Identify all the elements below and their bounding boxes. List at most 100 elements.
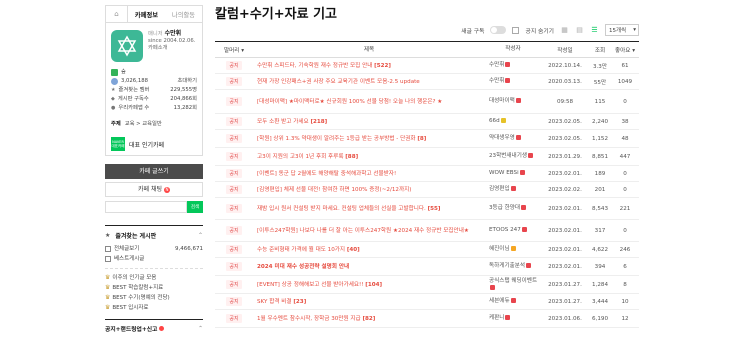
chevron-up-icon[interactable]: ⌃ bbox=[198, 326, 203, 332]
article-title-link[interactable]: [대성마이맥] ★마이맥터로★ 신규회원 100% 선물 당첨! 오늘 나의 행… bbox=[257, 99, 442, 105]
list-view-icon[interactable]: ☰ bbox=[590, 26, 599, 35]
author-name[interactable]: 공식스탭 웨딩이벤트 bbox=[489, 278, 537, 284]
album-view-icon[interactable]: ▤ bbox=[575, 26, 584, 35]
menu-item-label: 이주의 인기글 모음 bbox=[112, 275, 157, 281]
row-likes: 1049 bbox=[617, 78, 633, 85]
article-title-link[interactable]: [EVENT] 상공 정해해보고 선물 받아가세요!! bbox=[257, 282, 364, 288]
author-name[interactable]: 66d bbox=[489, 118, 500, 124]
manager-role: 매니저 bbox=[148, 31, 163, 37]
card-view-icon[interactable]: ▦ bbox=[560, 26, 569, 35]
manager-info: 매니저 수만휘 since 2004.02.06. 카페소개 bbox=[111, 30, 197, 62]
article-title-link[interactable]: [학원] 상위 1.3% 약대생이 알려주는 1등급 받는 공부방법 - 단권화 bbox=[257, 136, 416, 142]
new-dot-icon bbox=[159, 326, 165, 331]
cafe-intro-link[interactable]: 카페소개 bbox=[148, 45, 195, 52]
favorites-header[interactable]: ★ 즐겨찾는 게시판 ⌃ bbox=[105, 225, 203, 244]
cafe-search-input[interactable] bbox=[105, 201, 187, 213]
col-date: 작성일 bbox=[557, 47, 573, 54]
article-title-link[interactable]: 고3이 지원의 고3이 1년 후회 후루룩 bbox=[257, 154, 343, 160]
menu-item-best-stories[interactable]: ♛ BEST 수기(명예의 전당) bbox=[105, 293, 203, 303]
subject-value[interactable]: 교육 > 교육일반 bbox=[125, 121, 162, 127]
menu-item-best-columns[interactable]: ♛ BEST 학습칼럼+지료 bbox=[105, 283, 203, 293]
col-likes[interactable]: 좋아요 ▾ bbox=[611, 46, 639, 54]
comment-count[interactable]: [522] bbox=[374, 63, 391, 69]
article-title-link[interactable]: [김영편입] 체제 선물 대전! 참여한 하면 100% 증정(~2/12까지) bbox=[257, 187, 411, 193]
author-name[interactable]: 혜진이님 bbox=[489, 246, 510, 252]
list-toolbar: 새글 구독 공지 숨기기 ▦ ▤ ☰ 15개씩 ▾ bbox=[461, 24, 639, 36]
author-name[interactable]: 3등급 한양대 bbox=[489, 205, 520, 211]
author-name[interactable]: 수만휘 bbox=[489, 62, 504, 68]
col-head[interactable]: 말머리 ▾ bbox=[215, 46, 253, 54]
menu-item-all-posts[interactable]: 전체글보기 9,466,671 bbox=[105, 244, 203, 254]
notice-tag: 공지 bbox=[226, 185, 242, 194]
notice-section-header[interactable]: 공지+랜드링업+신고 ⌃ bbox=[105, 319, 203, 333]
hide-notice-label[interactable]: 공지 숨기기 bbox=[525, 26, 554, 35]
author-name[interactable]: 대성마이맥 bbox=[489, 98, 515, 104]
hide-notice-checkbox[interactable] bbox=[512, 26, 520, 34]
cafe-stats: 숲 3,026,188 초대하기 ★ 즐겨찾는 멤버 229,555명 ◆ 게시… bbox=[111, 68, 197, 113]
per-page-select[interactable]: 15개씩 ▾ bbox=[605, 24, 639, 36]
author-name[interactable]: ETOOS 247 bbox=[489, 227, 521, 233]
chat-new-icon: N bbox=[164, 186, 170, 193]
notice-tag: 공지 bbox=[226, 262, 242, 271]
tab-my-activity[interactable]: 나의활동 bbox=[165, 6, 202, 22]
comment-count[interactable]: [218] bbox=[310, 119, 327, 125]
per-page-value: 15개씩 bbox=[609, 28, 627, 34]
manager-name[interactable]: 수만휘 bbox=[165, 30, 182, 37]
author-name[interactable]: 케판니 bbox=[489, 315, 504, 321]
row-likes: 246 bbox=[619, 246, 631, 253]
menu-item-weekly-popular[interactable]: ♛ 이주의 인기글 모음 bbox=[105, 273, 203, 283]
row-head: 공지 bbox=[215, 185, 253, 194]
row-date: 2023.01.06. bbox=[548, 315, 582, 322]
home-icon[interactable]: ⌂ bbox=[106, 6, 128, 22]
member-count[interactable]: 3,026,188 bbox=[121, 77, 178, 86]
tab-cafe-info[interactable]: 카페정보 bbox=[128, 6, 165, 22]
main-content: 칼럼+수기+자료 기고 새글 구독 공지 숨기기 ▦ ▤ ☰ 15개씩 ▾ 말머리… bbox=[215, 0, 639, 359]
comment-count[interactable]: [82] bbox=[362, 316, 375, 322]
cafe-search-button[interactable]: 검색 bbox=[187, 201, 203, 213]
author-name[interactable]: 김영편입 bbox=[489, 186, 510, 192]
invite-button[interactable]: 초대하기 bbox=[178, 77, 198, 86]
author-name[interactable]: WOW EBSi bbox=[489, 170, 519, 176]
row-author: 김영편입 bbox=[485, 186, 541, 193]
author-name[interactable]: 23학번새내기생 bbox=[489, 153, 527, 159]
row-title-cell: 현재 가장 인강패스+권 사장 주요 교육기관 이벤트 모음-2.5 updat… bbox=[253, 78, 485, 86]
row-date: 2023.02.01. bbox=[548, 263, 582, 270]
row-views: 6,190 bbox=[591, 315, 608, 322]
comment-count[interactable]: [88] bbox=[345, 154, 358, 160]
chevron-up-icon[interactable]: ⌃ bbox=[198, 232, 203, 239]
menu-item-best-admission[interactable]: ♛ BEST 입시자료 bbox=[105, 303, 203, 313]
article-title-link[interactable]: 모두 소환 받고 가세요 bbox=[257, 119, 309, 125]
write-post-button[interactable]: 카페 글쓰기 bbox=[105, 164, 203, 179]
comment-count[interactable]: [55] bbox=[428, 206, 441, 212]
comment-count[interactable]: [8] bbox=[417, 136, 426, 142]
comment-count[interactable]: [23] bbox=[293, 299, 306, 305]
article-title-link[interactable]: 1월 우수멘트 참수시작, 장학금 30만원 지급 bbox=[257, 316, 361, 322]
author-name[interactable]: 수만휘 bbox=[489, 78, 504, 84]
row-date: 2023.02.02. bbox=[548, 186, 582, 193]
member-level-icon bbox=[505, 62, 511, 67]
row-views: 1,152 bbox=[591, 135, 608, 142]
ranking-row[interactable]: NAVER 대표카페 대표 인기카페 bbox=[111, 137, 197, 151]
subject-label: 주제 bbox=[111, 121, 121, 127]
row-head: 공지 bbox=[215, 117, 253, 126]
menu-item-best-posts[interactable]: 베스트게시글 bbox=[105, 254, 203, 264]
subscribe-toggle[interactable] bbox=[490, 26, 507, 34]
article-title-link[interactable]: [이벤트] 동군 답 2월에도 해양해탈 중석해과학고 선물받자! bbox=[257, 171, 396, 177]
article-title-link[interactable]: SKY 합격 비결 bbox=[257, 299, 292, 305]
grade-label: 숲 bbox=[121, 69, 126, 75]
author-name[interactable]: 독하게기출분석 bbox=[489, 263, 525, 269]
author-name[interactable]: 약대생우영 bbox=[489, 135, 515, 141]
article-title-link[interactable]: 수능 준비형태 가격에 뭘 대도 10가지 bbox=[257, 247, 345, 253]
article-title-link[interactable]: [이투스247학원] 나보다 나를 더 잘 아는 이투스247학원 ★2024 … bbox=[257, 228, 469, 234]
member-level-icon bbox=[521, 227, 527, 232]
article-title-link[interactable]: 2024 미대 재수 성공전략 설명회 안내 bbox=[257, 264, 349, 270]
article-title-link[interactable]: 현재 가장 인강패스+권 사장 주요 교육기관 이벤트 모음-2.5 updat… bbox=[257, 79, 420, 85]
article-title-link[interactable]: 수만휘 스피드타, 기숙학원 재수 정규반 모집 안내 bbox=[257, 63, 372, 69]
cafe-chat-button[interactable]: 카페 채팅 N bbox=[105, 182, 203, 197]
article-title-link[interactable]: 재밤 입시 원서 컨설팅 받지 마세요. 컨설팅 업체들의 선실을 고발합니다. bbox=[257, 206, 426, 212]
cafe-info-box: 매니저 수만휘 since 2004.02.06. 카페소개 숲 3,026,18… bbox=[105, 23, 203, 156]
comment-count[interactable]: [104] bbox=[365, 282, 382, 288]
comment-count[interactable]: [40] bbox=[347, 247, 360, 253]
author-name[interactable]: 세븐에듀 bbox=[489, 298, 510, 304]
row-head: 공지 bbox=[215, 169, 253, 178]
